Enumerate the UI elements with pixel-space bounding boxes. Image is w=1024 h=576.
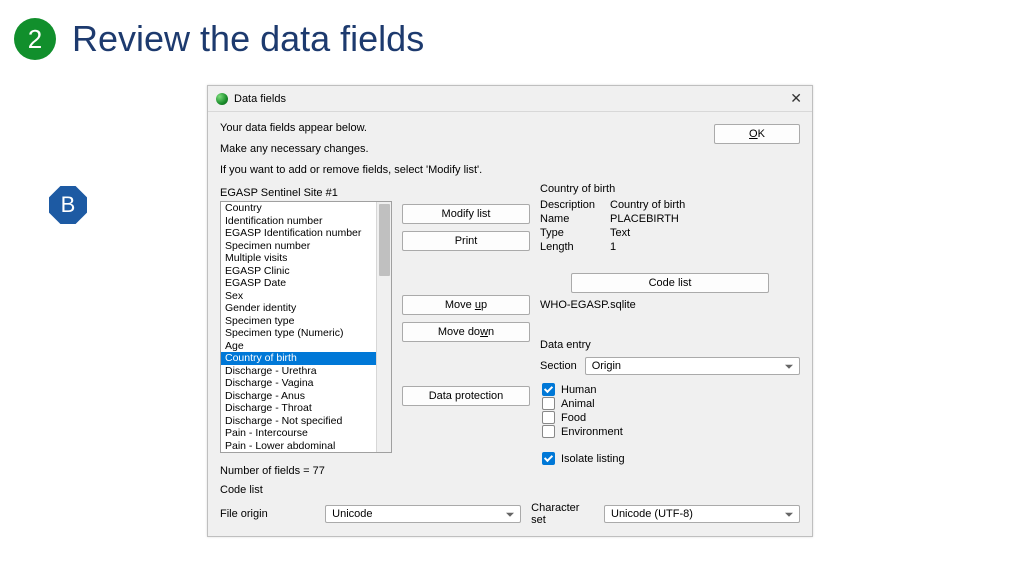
field-item[interactable]: Gender identity (221, 302, 391, 315)
animal-label: Animal (561, 398, 595, 410)
close-icon[interactable]: ✕ (788, 90, 804, 107)
length-value: 1 (610, 241, 800, 253)
scroll-thumb[interactable] (379, 204, 390, 276)
animal-checkbox[interactable] (542, 397, 555, 410)
slide-title: Review the data fields (72, 18, 424, 60)
field-item[interactable]: Specimen type (221, 315, 391, 328)
slide-header: 2 Review the data fields (0, 0, 1024, 60)
file-origin-dropdown[interactable]: Unicode (325, 505, 521, 523)
code-list-section-title: Code list (220, 484, 800, 496)
print-button[interactable]: Print (402, 231, 530, 251)
human-label: Human (561, 384, 596, 396)
environment-label: Environment (561, 426, 623, 438)
field-item[interactable]: Discharge - Not specified (221, 415, 391, 428)
field-item[interactable]: Specimen type (Numeric) (221, 327, 391, 340)
scrollbar[interactable] (376, 202, 391, 452)
isolate-listing-label: Isolate listing (561, 453, 625, 465)
file-origin-label: File origin (220, 508, 315, 520)
food-checkbox[interactable] (542, 411, 555, 424)
field-item[interactable]: Identification number (221, 215, 391, 228)
field-item[interactable]: Discharge - Throat (221, 402, 391, 415)
ok-button[interactable]: OK (714, 124, 800, 144)
isolate-listing-checkbox[interactable] (542, 452, 555, 465)
field-count: Number of fields = 77 (220, 465, 392, 477)
field-item[interactable]: EGASP Clinic (221, 265, 391, 278)
field-item[interactable]: Discharge - Anus (221, 390, 391, 403)
move-down-button[interactable]: Move down (402, 322, 530, 342)
field-item[interactable]: Pain - Lower abdominal (221, 440, 391, 453)
field-item[interactable]: Specimen number (221, 240, 391, 253)
modify-list-button[interactable]: Modify list (402, 204, 530, 224)
code-list-button[interactable]: Code list (571, 273, 769, 293)
section-label: Section (540, 360, 577, 372)
field-item[interactable]: Sex (221, 290, 391, 303)
field-detail-title: Country of birth (540, 183, 800, 195)
name-value: PLACEBIRTH (610, 213, 800, 225)
length-label: Length (540, 241, 610, 253)
database-name: WHO-EGASP.sqlite (540, 299, 800, 311)
data-entry-title: Data entry (540, 339, 800, 351)
field-item[interactable]: Discharge - Vagina (221, 377, 391, 390)
field-item[interactable]: EGASP Identification number (221, 227, 391, 240)
substep-badge-b: B (49, 186, 87, 224)
dialog-titlebar: Data fields ✕ (208, 86, 812, 112)
type-label: Type (540, 227, 610, 239)
instruction-line-2: Make any necessary changes. (220, 141, 800, 158)
field-item[interactable]: Age (221, 340, 391, 353)
dialog-title: Data fields (234, 93, 286, 105)
type-value: Text (610, 227, 800, 239)
food-label: Food (561, 412, 586, 424)
section-dropdown[interactable]: Origin (585, 357, 800, 375)
step-number-badge: 2 (14, 18, 56, 60)
field-list[interactable]: CountryIdentification numberEGASP Identi… (220, 201, 392, 453)
site-label: EGASP Sentinel Site #1 (220, 187, 392, 199)
instruction-line-3: If you want to add or remove fields, sel… (220, 162, 800, 179)
name-label: Name (540, 213, 610, 225)
field-item[interactable]: Discharge - Urethra (221, 365, 391, 378)
human-checkbox[interactable] (542, 383, 555, 396)
charset-dropdown[interactable]: Unicode (UTF-8) (604, 505, 800, 523)
globe-icon (216, 93, 228, 105)
desc-value: Country of birth (610, 199, 800, 211)
field-item[interactable]: Pain - Intercourse (221, 427, 391, 440)
desc-label: Description (540, 199, 610, 211)
move-up-button[interactable]: Move up (402, 295, 530, 315)
data-fields-dialog: Data fields ✕ OK Your data fields appear… (207, 85, 813, 537)
field-item[interactable]: Country (221, 202, 391, 215)
field-item[interactable]: Country of birth (221, 352, 391, 365)
field-item[interactable]: EGASP Date (221, 277, 391, 290)
field-item[interactable]: Multiple visits (221, 252, 391, 265)
data-protection-button[interactable]: Data protection (402, 386, 530, 406)
instruction-line-1: Your data fields appear below. (220, 120, 800, 137)
charset-label: Character set (531, 502, 594, 526)
environment-checkbox[interactable] (542, 425, 555, 438)
